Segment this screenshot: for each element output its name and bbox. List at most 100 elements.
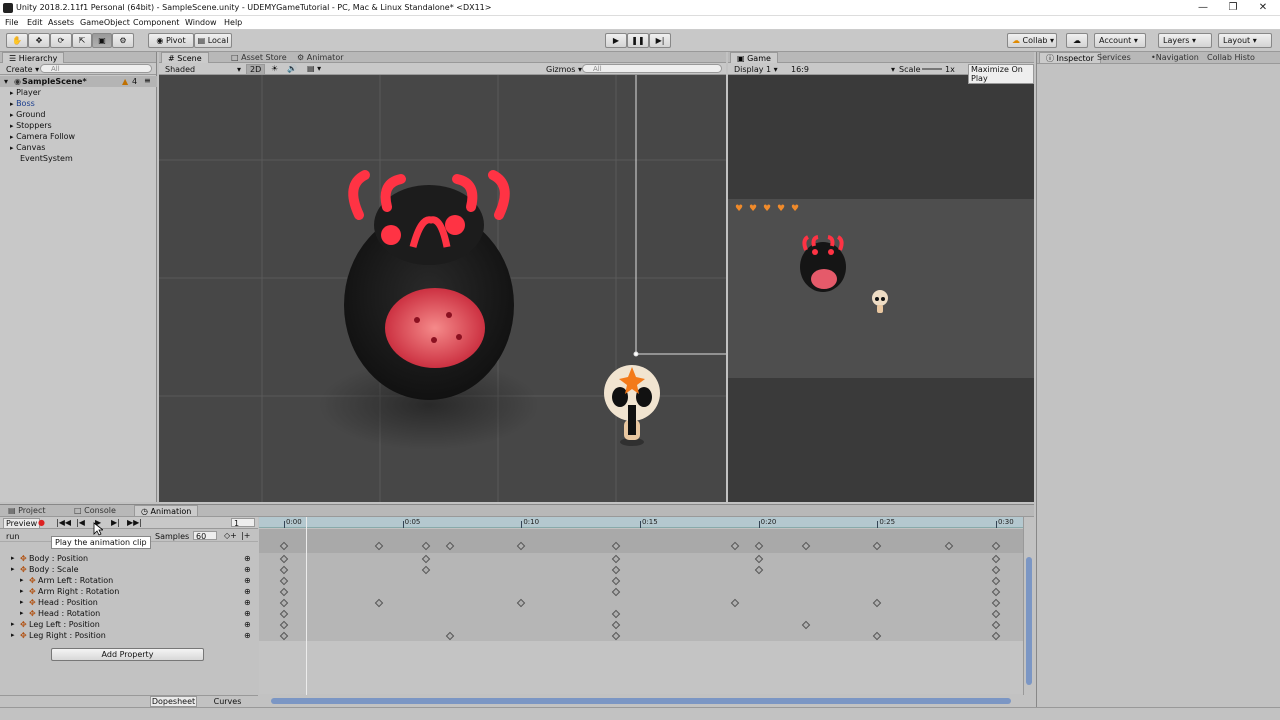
scene-canvas[interactable]: [159, 75, 726, 502]
lighting-icon[interactable]: ☀: [271, 64, 278, 73]
horizontal-scrollbar[interactable]: [259, 695, 1034, 707]
keyframe[interactable]: [991, 554, 1001, 564]
keyframe[interactable]: [612, 609, 621, 619]
keyframe[interactable]: [612, 541, 621, 551]
keyframe[interactable]: [873, 541, 882, 551]
keyframe[interactable]: [422, 565, 431, 575]
account-dropdown[interactable]: Account ▾: [1094, 33, 1146, 48]
menu-file[interactable]: File: [5, 18, 18, 27]
hierarchy-item-eventsystem[interactable]: EventSystem: [20, 154, 73, 163]
shading-dropdown[interactable]: Shaded ▾: [165, 65, 241, 74]
tab-services[interactable]: Services: [1091, 52, 1137, 63]
cloud-icon[interactable]: ☁: [1066, 33, 1088, 48]
minimize-icon[interactable]: —: [1192, 1, 1214, 15]
menu-edit[interactable]: Edit: [27, 18, 43, 27]
keyframe[interactable]: [730, 541, 740, 551]
tab-asset-store[interactable]: □ Asset Store: [225, 52, 293, 63]
vertical-scroll-thumb[interactable]: [1026, 557, 1032, 685]
keyframe[interactable]: [944, 541, 953, 551]
keyframe[interactable]: [279, 620, 289, 630]
keyframe[interactable]: [445, 541, 455, 551]
pause-button[interactable]: ❚❚: [627, 33, 649, 48]
keyframe[interactable]: [422, 541, 431, 551]
hierarchy-item-boss[interactable]: ▸ Boss: [10, 99, 35, 108]
tab-navigation[interactable]: •Navigation: [1145, 52, 1205, 63]
aspect-dropdown[interactable]: 16:9 ▾: [791, 65, 895, 74]
scale-tool-icon[interactable]: ⇱: [72, 33, 92, 48]
keyframe[interactable]: [279, 609, 289, 619]
boss-sprite[interactable]: [319, 170, 539, 450]
scene-row[interactable]: ▾ ◉ SampleScene* ▲ 4 ≡: [0, 76, 157, 87]
move-tool-icon[interactable]: ✥: [28, 33, 50, 48]
expand-arrow-icon[interactable]: ▾: [4, 77, 8, 86]
menu-assets[interactable]: Assets: [48, 18, 74, 27]
play-button[interactable]: ▶: [605, 33, 627, 48]
player-sprite[interactable]: [604, 365, 660, 446]
hierarchy-search-input[interactable]: All: [40, 64, 152, 73]
maximize-on-play-toggle[interactable]: Maximize On Play: [968, 64, 1034, 84]
tab-hierarchy[interactable]: ☰ Hierarchy: [2, 52, 65, 63]
tab-animator[interactable]: ⚙ Animator: [291, 52, 350, 63]
keyframe[interactable]: [754, 541, 763, 551]
local-toggle[interactable]: ▤ Local: [194, 33, 232, 48]
keyframe[interactable]: [517, 541, 526, 551]
keyframe[interactable]: [991, 541, 1001, 551]
keyframe[interactable]: [991, 587, 1001, 597]
menu-window[interactable]: Window: [185, 18, 217, 27]
display-dropdown[interactable]: Display 1 ▾: [734, 65, 778, 74]
layers-dropdown[interactable]: Layers ▾: [1158, 33, 1212, 48]
rect-tool-icon[interactable]: ▣: [92, 33, 112, 48]
keyframe[interactable]: [279, 631, 289, 641]
keyframe[interactable]: [374, 598, 384, 608]
hierarchy-item-canvas[interactable]: ▸ Canvas: [10, 143, 45, 152]
keyframe[interactable]: [801, 620, 811, 630]
keyframe[interactable]: [612, 620, 621, 630]
gizmos-dropdown[interactable]: Gizmos ▾: [546, 65, 582, 74]
keyframe[interactable]: [991, 598, 1001, 608]
keyframe[interactable]: [612, 554, 621, 564]
keyframe[interactable]: [730, 598, 740, 608]
expand-arrow-icon[interactable]: ▸: [10, 133, 14, 141]
keyframe[interactable]: [374, 541, 384, 551]
keyframe[interactable]: [991, 631, 1001, 641]
keyframe[interactable]: [279, 554, 289, 564]
keyframe[interactable]: [612, 631, 621, 641]
keyframe[interactable]: [279, 541, 289, 551]
keyframe[interactable]: [873, 598, 882, 608]
keyframe[interactable]: [445, 631, 455, 641]
keyframe[interactable]: [991, 576, 1001, 586]
close-icon[interactable]: ✕: [1252, 1, 1274, 15]
scene-menu-icon[interactable]: ≡: [144, 76, 151, 85]
expand-arrow-icon[interactable]: ▸: [10, 122, 14, 130]
expand-arrow-icon[interactable]: ▸: [10, 100, 14, 108]
keyframe[interactable]: [517, 598, 526, 608]
pivot-toggle[interactable]: ◉ Pivot: [148, 33, 194, 48]
transform-tool-icon[interactable]: ⚙: [112, 33, 134, 48]
hierarchy-item-camera-follow[interactable]: ▸ Camera Follow: [10, 132, 75, 141]
rotate-tool-icon[interactable]: ⟳: [50, 33, 72, 48]
horizontal-scroll-thumb[interactable]: [271, 698, 1011, 704]
hierarchy-item-player[interactable]: ▸ Player: [10, 88, 41, 97]
step-button[interactable]: ▶|: [649, 33, 671, 48]
menu-gameobject[interactable]: GameObject: [80, 18, 130, 27]
scale-slider[interactable]: [922, 68, 942, 70]
hierarchy-item-stoppers[interactable]: ▸ Stoppers: [10, 121, 52, 130]
keyframe[interactable]: [991, 620, 1001, 630]
menu-component[interactable]: Component: [133, 18, 179, 27]
tab-scene[interactable]: # Scene: [161, 52, 209, 63]
keyframe[interactable]: [991, 565, 1001, 575]
keyframe[interactable]: [279, 576, 289, 586]
mode-2d-toggle[interactable]: 2D: [246, 64, 266, 75]
restore-icon[interactable]: ❐: [1222, 1, 1244, 15]
keyframe[interactable]: [754, 554, 763, 564]
collab-dropdown[interactable]: ☁ Collab ▾: [1007, 33, 1057, 48]
menu-help[interactable]: Help: [224, 18, 242, 27]
keyframe[interactable]: [279, 587, 289, 597]
keyframe[interactable]: [612, 576, 621, 586]
keyframe[interactable]: [873, 631, 882, 641]
keyframe[interactable]: [612, 587, 621, 597]
tab-collab-history[interactable]: Collab Histo: [1201, 52, 1261, 63]
keyframe[interactable]: [754, 565, 763, 575]
hand-tool-icon[interactable]: ✋: [6, 33, 28, 48]
create-dropdown[interactable]: Create ▾: [6, 65, 39, 74]
